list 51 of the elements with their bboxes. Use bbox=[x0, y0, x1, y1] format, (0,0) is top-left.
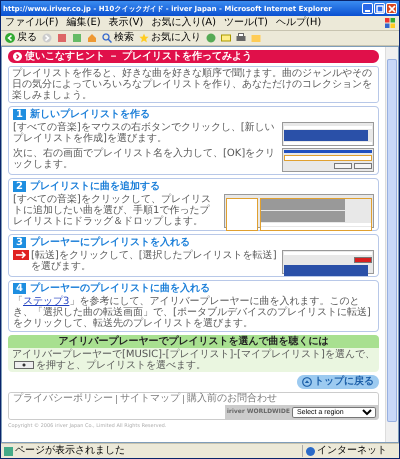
step-link[interactable]: ステップ3 bbox=[23, 296, 70, 307]
menu-item[interactable]: お気に入り(A) bbox=[151, 17, 216, 29]
page-icon bbox=[4, 446, 13, 456]
maximize-button[interactable] bbox=[374, 3, 385, 14]
step-title: 新しいプレイリストを作る bbox=[30, 109, 150, 120]
scrollbar[interactable] bbox=[385, 47, 398, 442]
footer-link[interactable]: 購入前のお問合わせ bbox=[187, 393, 277, 405]
security-zone: インターネット bbox=[302, 445, 396, 457]
back-button[interactable]: 戻る bbox=[5, 32, 37, 44]
transfer-arrow-icon bbox=[13, 250, 29, 260]
step-number: 1 bbox=[13, 109, 26, 120]
minimize-icon bbox=[365, 10, 370, 12]
favorites-button[interactable]: お気に入り bbox=[139, 32, 201, 44]
search-icon bbox=[102, 33, 112, 43]
step-number: 4 bbox=[13, 283, 26, 294]
tip-title: アイリバープレーヤーでプレイリストを選んで曲を聴くには bbox=[8, 335, 379, 348]
globe-icon bbox=[306, 446, 315, 456]
step-title: プレイリストに曲を追加する bbox=[30, 181, 160, 192]
tip-text: アイリバープレーヤーで[MUSIC]-[プレイリスト]-[マイプレイリスト]を選んで、 bbox=[12, 349, 375, 360]
step-title: プレーヤーのプレイリストに曲を入れる bbox=[30, 283, 210, 294]
step-text: [転送]をクリックして、[選択したプレイリストを転送]を選びます。 bbox=[31, 250, 277, 272]
step-text: 「ステップ3」を参考にして、アイリバープレーヤーに曲を入れます。このとき、「選択した曲の転送画面」で、[ポータブルデバイスのプレイリストに転送]をクリックして、転送先のプレイリストを選びます。 bbox=[13, 296, 372, 329]
print-icon[interactable] bbox=[236, 33, 246, 43]
minimize-button[interactable] bbox=[362, 3, 373, 14]
back-to-top-button[interactable]: トップに戻る bbox=[297, 375, 379, 389]
status-text: ページが表示されました bbox=[4, 445, 302, 457]
menu-item[interactable]: ツール(T) bbox=[224, 17, 268, 29]
home-icon[interactable] bbox=[87, 33, 97, 43]
step-number: 3 bbox=[13, 237, 26, 248]
step-number: 2 bbox=[13, 181, 26, 192]
tip-text: を押すと、プレイリストを選べます。 bbox=[36, 360, 206, 371]
menu-item[interactable]: 表示(V) bbox=[108, 17, 144, 29]
windows-logo-icon bbox=[385, 18, 395, 28]
intro-text: プレイリストを作ると、好きな曲を好きな順序で聞けます。曲のジャンルやその日の気分によっていろいろなプレイリストを作り、あなただけのコレクションを楽しみましょう。 bbox=[8, 66, 379, 103]
back-icon bbox=[5, 33, 15, 43]
step-text: [すべての音楽]をマウスの右ボタンでクリックし、[新しいプレイリストを作成]を選びます。 bbox=[13, 122, 276, 144]
menu-item[interactable]: ファイル(F) bbox=[5, 17, 59, 29]
footer-link[interactable]: プライバシーポリシー bbox=[13, 393, 113, 405]
step-text: 次に、右の画面でプレイリスト名を入力して、[OK]をクリックします。 bbox=[13, 148, 276, 170]
close-button[interactable] bbox=[386, 3, 397, 14]
mail-icon[interactable] bbox=[221, 33, 231, 43]
star-icon bbox=[139, 33, 149, 43]
step-title: プレーヤーにプレイリストを入れる bbox=[30, 237, 190, 248]
footer-link[interactable]: サイトマップ bbox=[120, 393, 180, 405]
menu-item[interactable]: 編集(E) bbox=[66, 17, 101, 29]
player-button-icon bbox=[14, 361, 34, 370]
step-text: [すべての音楽]をクリックして、プレイリストに追加したい曲を選び、手順1で作ったプレイリストにドラッグ＆ドロップします。 bbox=[13, 194, 212, 227]
search-button[interactable]: 検索 bbox=[102, 32, 134, 44]
forward-icon[interactable] bbox=[42, 33, 52, 43]
section-title: 使いこなすヒント － プレイリストを作ってみよう bbox=[25, 50, 252, 63]
menu-item[interactable]: ヘルプ(H) bbox=[276, 17, 322, 29]
